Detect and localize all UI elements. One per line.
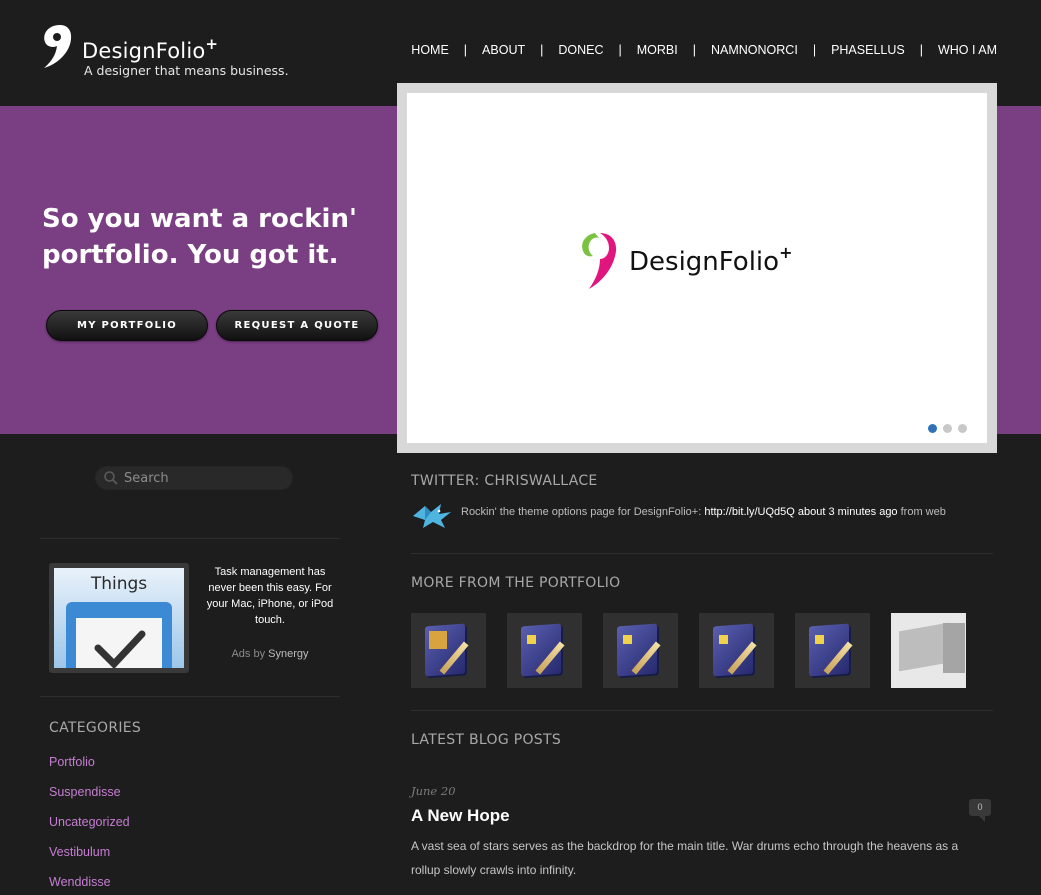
slide-logo: DesignFolio+	[579, 229, 839, 293]
categories-title: CATEGORIES	[49, 720, 142, 736]
ad-app-icon	[66, 602, 172, 668]
category-link[interactable]: Portfolio	[49, 755, 130, 785]
nav-namnonorci[interactable]: NAMNONORCI	[696, 43, 813, 57]
sidebar-divider	[40, 696, 340, 697]
category-list: Portfolio Suspendisse Uncategorized Vest…	[49, 755, 130, 895]
post-date: June 20	[411, 784, 456, 798]
section-divider	[411, 710, 993, 711]
category-link[interactable]: Suspendisse	[49, 785, 130, 815]
newspaper-icon	[899, 622, 949, 672]
nav-who-i-am[interactable]: WHO I AM	[923, 43, 997, 57]
post-title[interactable]: A New Hope	[411, 806, 510, 826]
portfolio-title: MORE FROM THE PORTFOLIO	[411, 575, 621, 591]
category-link[interactable]: Vestibulum	[49, 845, 130, 875]
logo-tagline: A designer that means business.	[84, 63, 289, 78]
request-quote-button[interactable]: REQUEST A QUOTE	[216, 310, 378, 341]
site-logo[interactable]: DesignFolio+ A designer that means busin…	[40, 22, 310, 82]
search-box	[95, 466, 293, 490]
nav-home[interactable]: HOME	[396, 43, 464, 57]
tweet-link[interactable]: http://bit.ly/UQd5Q	[704, 506, 794, 518]
ad-credit: Ads by Synergy	[231, 648, 309, 660]
portfolio-thumb[interactable]	[603, 613, 678, 688]
twitter-title: TWITTER: CHRISWALLACE	[411, 473, 598, 489]
portfolio-thumb[interactable]	[699, 613, 774, 688]
search-icon	[104, 471, 118, 485]
portfolio-thumb[interactable]	[507, 613, 582, 688]
tweet: Rockin' the theme options page for Desig…	[411, 502, 993, 532]
portfolio-thumb[interactable]	[795, 613, 870, 688]
ad-image[interactable]: Things	[49, 563, 189, 673]
tweet-text: Rockin' the theme options page for Desig…	[461, 506, 946, 518]
search-input[interactable]	[124, 470, 284, 486]
ad-image-label: Things	[90, 574, 148, 594]
featured-slider: DesignFolio+	[397, 83, 997, 453]
section-divider	[411, 553, 993, 554]
ad-text: Task management has never been this easy…	[206, 566, 334, 626]
comment-count-badge[interactable]: 0	[969, 799, 991, 822]
portfolio-thumbnails	[411, 613, 966, 688]
tweet-time[interactable]: about 3 minutes ago	[795, 506, 898, 518]
slider-dot[interactable]	[943, 424, 952, 433]
my-portfolio-button[interactable]: MY PORTFOLIO	[46, 310, 208, 341]
nav-morbi[interactable]: MORBI	[622, 43, 693, 57]
checkmark-icon	[94, 630, 146, 668]
portfolio-thumb[interactable]	[411, 613, 486, 688]
hero-title: So you want a rockin' portfolio. You got…	[42, 204, 357, 270]
nav-phasellus[interactable]: PHASELLUS	[816, 43, 920, 57]
slider-dot[interactable]	[928, 424, 937, 433]
logo-mark-icon	[44, 25, 72, 68]
blog-title: LATEST BLOG POSTS	[411, 732, 562, 748]
twitter-bird-icon	[413, 504, 451, 528]
ad-sponsor-link[interactable]: Synergy	[268, 648, 308, 660]
sidebar-divider	[40, 538, 340, 539]
main-nav: HOME | ABOUT | DONEC | MORBI | NAMNONORC…	[396, 43, 997, 57]
portfolio-thumb[interactable]	[891, 613, 966, 688]
logo-mark-icon	[582, 233, 617, 289]
slide[interactable]: DesignFolio+	[407, 93, 987, 443]
category-link[interactable]: Uncategorized	[49, 815, 130, 845]
slider-pagination	[928, 424, 967, 433]
sponsor-ad: Things Task management has never been th…	[49, 563, 339, 675]
nav-about[interactable]: ABOUT	[467, 43, 540, 57]
nav-donec[interactable]: DONEC	[543, 43, 618, 57]
slide-logo-name: DesignFolio+	[629, 243, 793, 277]
logo-name: DesignFolio+	[82, 35, 219, 63]
category-link[interactable]: Wenddisse	[49, 875, 130, 895]
post-excerpt: A vast sea of stars serves as the backdr…	[411, 839, 959, 877]
slider-dot[interactable]	[958, 424, 967, 433]
